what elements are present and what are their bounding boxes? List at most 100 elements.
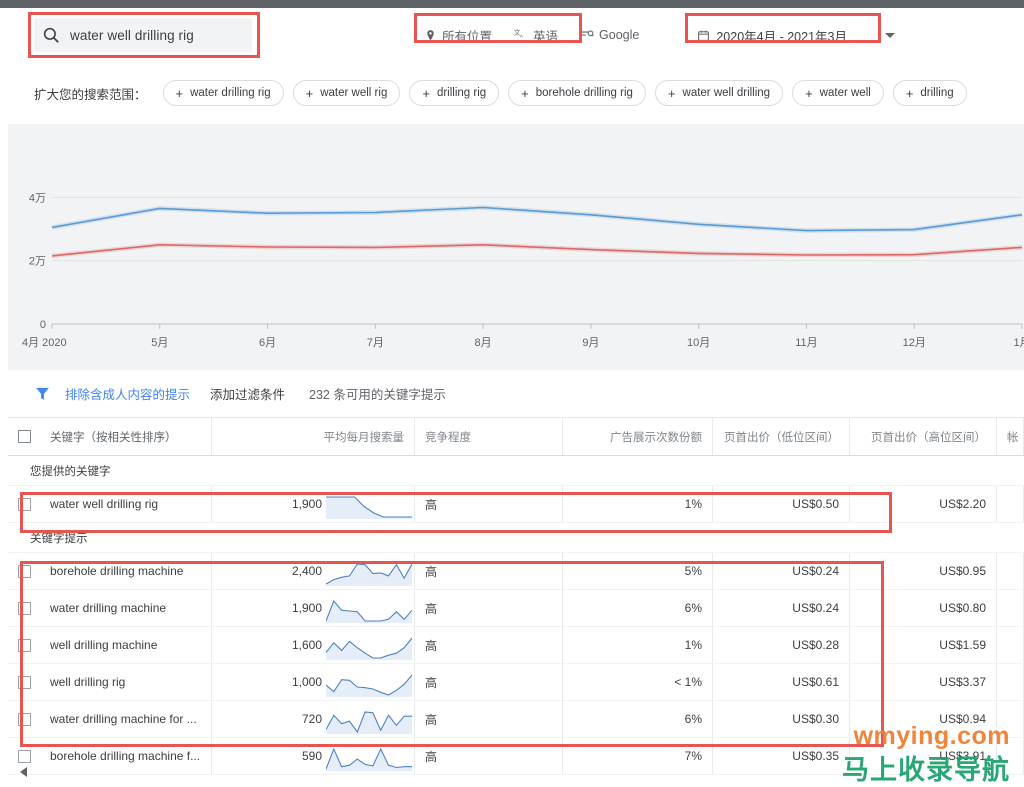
table-row[interactable]: water drilling machine 1,900 高 6% US$0.24 US$… [8,590,1024,627]
table-row[interactable]: borehole drilling machine f... 590 高 7% US$0… [8,738,1024,775]
column-header-competition[interactable]: 竞争程度 [415,418,563,455]
checkbox-box [17,712,31,726]
broaden-chip[interactable]: + water well [792,80,884,106]
column-header-impression-share[interactable]: 广告展示次数份额 [563,418,713,455]
filter-funnel-icon[interactable] [34,385,51,402]
cell-competition: 高 [415,553,563,589]
broaden-chip[interactable]: + water well drilling [654,80,784,106]
add-filter-button[interactable]: 添加过滤条件 [210,384,285,403]
column-header-keyword[interactable]: 关键字（按相关性排序） [40,418,212,455]
search-field-wrapper[interactable]: water well drilling rig [28,12,260,58]
svg-text:6月: 6月 [259,337,276,349]
cell-bid-low: US$0.61 [713,664,850,700]
scroll-left-arrow-icon[interactable] [20,767,27,777]
select-all-checkbox[interactable] [8,418,40,455]
cell-account [997,627,1024,663]
chart-svg: 0 2万 4万 4月 2020 5月 6月 7月 8月 9月 10月 11月 12月 1月 [22,192,1024,349]
cell-bid-low: US$0.30 [713,701,850,737]
search-volume-chart: 0 2万 4万 4月 2020 5月 6月 7月 8月 9月 10月 11月 12月 1月 [8,124,1024,370]
broaden-chip[interactable]: + drilling [892,80,967,106]
cell-impression-share: 1% [563,627,713,663]
svg-text:9月: 9月 [582,337,599,349]
results-count-text: 232 条可用的关键字提示 [309,388,446,402]
broaden-chip-label: water well [819,87,871,99]
svg-text:8月: 8月 [475,337,492,349]
cell-keyword: well drilling machine [40,627,212,663]
column-header-account[interactable]: 帐 [997,418,1024,455]
cell-competition: 高 [415,486,563,522]
provided-rows-body: water well drilling rig 1,900 高 1% US$0.50 US… [8,486,1024,523]
svg-text:11月: 11月 [795,337,817,349]
search-input[interactable]: water well drilling rig [34,18,252,52]
volume-number: 590 [301,749,322,763]
cell-impression-share: 5% [563,553,713,589]
cell-keyword: water drilling machine for ... [40,701,212,737]
volume-number: 1,000 [291,675,322,689]
checkbox-box [17,564,31,578]
svg-text:1月: 1月 [1013,337,1024,349]
results-filter-toolbar: 排除含成人内容的提示 添加过滤条件 232 条可用的关键字提示 [8,370,1024,418]
row-checkbox[interactable] [8,701,40,737]
cell-bid-high: US$0.95 [850,553,997,589]
cell-bid-low: US$0.24 [713,590,850,626]
cell-account [997,664,1024,700]
date-range-filter[interactable]: 2020年4月 - 2021年3月 [685,12,895,45]
section-header-provided: 您提供的关键字 [8,456,1024,486]
network-filter[interactable]: Google [580,28,639,42]
plus-icon: + [305,85,314,101]
row-checkbox[interactable] [8,553,40,589]
column-header-avg-volume[interactable]: 平均每月搜索量 [212,418,415,455]
row-checkbox[interactable] [8,664,40,700]
section-header-suggestions: 关键字提示 [8,523,1024,553]
table-row[interactable]: water well drilling rig 1,900 高 1% US$0.50 US… [8,486,1024,523]
location-language-highlight-box [414,12,582,43]
cell-bid-low: US$0.24 [713,553,850,589]
cell-account [997,590,1024,626]
broaden-label: 扩大您的搜索范围： [34,87,147,102]
cell-impression-share: 7% [563,738,713,774]
row-checkbox[interactable] [8,590,40,626]
svg-text:0: 0 [40,319,46,331]
table-row[interactable]: water drilling machine for ... 720 高 6% US$0… [8,701,1024,738]
broaden-chip[interactable]: + drilling rig [409,80,500,106]
cell-bid-low: US$0.50 [713,486,850,522]
exclude-adult-link[interactable]: 排除含成人内容的提示 [65,384,190,403]
row-checkbox[interactable] [8,486,40,522]
table-row[interactable]: borehole drilling machine 2,400 高 5% US$0.24… [8,553,1024,590]
plus-icon: + [667,85,676,101]
cell-impression-share: 6% [563,590,713,626]
broaden-chip[interactable]: + borehole drilling rig [508,80,646,106]
svg-text:4月 2020: 4月 2020 [22,337,67,349]
svg-text:7月: 7月 [367,337,384,349]
checkbox-box [17,430,31,443]
search-bar-row: water well drilling rig 所有位置 文A 英语 Googl… [8,8,1024,62]
checkbox-box [17,675,31,689]
date-range-highlight-box [685,12,882,43]
checkbox-box [17,638,31,652]
svg-text:5月: 5月 [151,337,168,349]
table-row[interactable]: well drilling rig 1,000 高 < 1% US$0.61 US$3.3… [8,664,1024,701]
cell-avg-volume: 1,900 [212,486,415,522]
table-row[interactable]: well drilling machine 1,600 高 1% US$0.28 US$1… [8,627,1024,664]
checkbox-box [17,749,31,763]
keyword-results-table: 关键字（按相关性排序） 平均每月搜索量 竞争程度 广告展示次数份额 页首出价（低… [8,418,1024,782]
cell-avg-volume: 1,900 [212,590,415,626]
broaden-chip[interactable]: + water well rig [292,80,401,106]
cell-competition: 高 [415,738,563,774]
cell-impression-share: 6% [563,701,713,737]
cell-bid-high: US$2.20 [850,486,997,522]
cell-bid-high: US$1.59 [850,627,997,663]
volume-number: 1,900 [291,601,322,615]
broaden-chip-label: drilling [920,87,954,99]
row-checkbox[interactable] [8,627,40,663]
cell-avg-volume: 590 [212,738,415,774]
search-query-text: water well drilling rig [70,27,194,43]
checkbox-box [17,497,31,511]
chevron-down-icon[interactable] [884,32,895,38]
column-header-bid-high[interactable]: 页首出价（高位区间） [850,418,997,455]
cell-avg-volume: 720 [212,701,415,737]
broaden-chip[interactable]: + water drilling rig [162,80,284,106]
column-header-bid-low[interactable]: 页首出价（低位区间） [713,418,850,455]
cell-account [997,553,1024,589]
plus-icon: + [175,85,184,101]
